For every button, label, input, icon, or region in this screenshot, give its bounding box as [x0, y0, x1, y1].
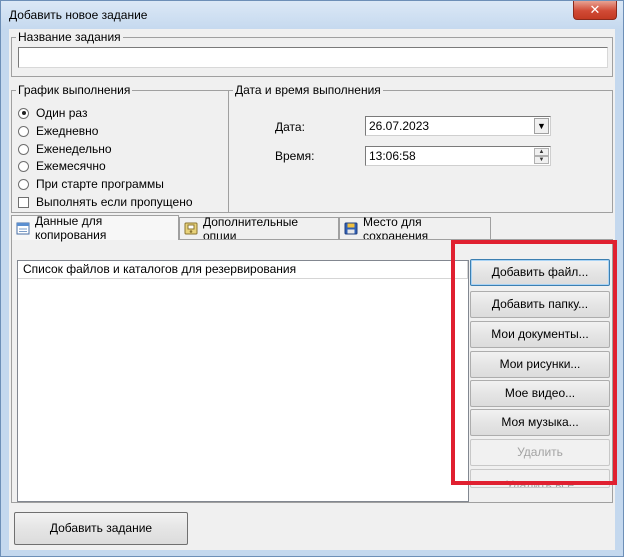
radio-once-indicator[interactable] [18, 107, 29, 119]
delete-button[interactable]: Удалить [470, 439, 610, 466]
radio-once[interactable]: Один раз [18, 105, 87, 121]
tab-save-location[interactable]: Место для сохранения [339, 215, 491, 243]
time-spinner[interactable]: ▲ ▼ [534, 148, 549, 164]
file-list-header[interactable]: Список файлов и каталогов для резервиров… [18, 261, 468, 279]
task-name-input[interactable] [18, 47, 608, 68]
run-if-missed-checkbox[interactable]: Выполнять если пропущено [18, 194, 193, 210]
run-if-missed-label: Выполнять если пропущено [36, 195, 193, 209]
schedule-group: График выполнения Один раз Ежедневно Еже… [11, 83, 229, 213]
my-music-button[interactable]: Моя музыка... [470, 409, 610, 436]
window-title: Добавить новое задание [9, 8, 148, 22]
tab-copy-data-label: Данные для копирования [35, 214, 107, 242]
tab-extra-options[interactable]: Дополнительные опции [179, 215, 339, 243]
chevron-down-icon[interactable]: ▼ [534, 118, 549, 134]
radio-on-startup-label: При старте программы [36, 177, 164, 191]
add-task-button[interactable]: Добавить задание [14, 512, 188, 545]
task-name-label: Название задания [16, 30, 123, 44]
date-picker[interactable]: 26.07.2023 ▼ [365, 116, 551, 136]
delete-all-button[interactable]: Удалить все [470, 469, 610, 488]
close-icon: ✕ [589, 2, 601, 17]
date-label: Дата: [275, 120, 305, 134]
datetime-group-label: Дата и время выполнения [233, 83, 383, 97]
my-video-button[interactable]: Мое видео... [470, 380, 610, 407]
title-bar[interactable]: Добавить новое задание ✕ [1, 1, 623, 27]
add-file-button[interactable]: Добавить файл... [470, 259, 610, 286]
datetime-group: Дата и время выполнения Дата: 26.07.2023… [228, 83, 613, 213]
save-disk-icon [344, 222, 358, 235]
dialog-window: Добавить новое задание ✕ Название задани… [0, 0, 624, 557]
schedule-group-label: График выполнения [16, 83, 133, 97]
radio-weekly-label: Еженедельно [36, 142, 112, 156]
spin-down-icon[interactable]: ▼ [534, 156, 549, 164]
radio-once-label: Один раз [36, 106, 88, 120]
radio-daily[interactable]: Ежедневно [18, 123, 98, 139]
time-picker[interactable]: 13:06:58 ▲ ▼ [365, 146, 551, 166]
dialog-client-area: Название задания График выполнения Один … [9, 29, 617, 550]
time-value: 13:06:58 [369, 149, 416, 163]
radio-on-startup-indicator[interactable] [18, 178, 29, 190]
radio-daily-indicator[interactable] [18, 125, 29, 137]
tab-copy-data[interactable]: Данные для копирования [11, 214, 179, 242]
file-list[interactable]: Список файлов и каталогов для резервиров… [17, 260, 469, 502]
task-name-group: Название задания [11, 30, 613, 77]
radio-monthly[interactable]: Ежемесячно [18, 158, 106, 174]
my-documents-button[interactable]: Мои документы... [470, 321, 610, 348]
spin-up-icon[interactable]: ▲ [534, 148, 549, 156]
time-label: Время: [275, 149, 315, 163]
my-pictures-button[interactable]: Мои рисунки... [470, 351, 610, 378]
options-icon [184, 222, 198, 235]
radio-monthly-label: Ежемесячно [36, 159, 106, 173]
radio-weekly[interactable]: Еженедельно [18, 141, 112, 157]
run-if-missed-box[interactable] [18, 196, 29, 208]
date-value: 26.07.2023 [369, 119, 430, 133]
radio-weekly-indicator[interactable] [18, 143, 29, 155]
radio-on-startup[interactable]: При старте программы [18, 176, 164, 192]
radio-monthly-indicator[interactable] [18, 160, 29, 172]
close-button[interactable]: ✕ [573, 1, 617, 20]
data-sheet-icon [16, 222, 30, 234]
add-folder-button[interactable]: Добавить папку... [470, 291, 610, 318]
radio-daily-label: Ежедневно [36, 124, 99, 138]
